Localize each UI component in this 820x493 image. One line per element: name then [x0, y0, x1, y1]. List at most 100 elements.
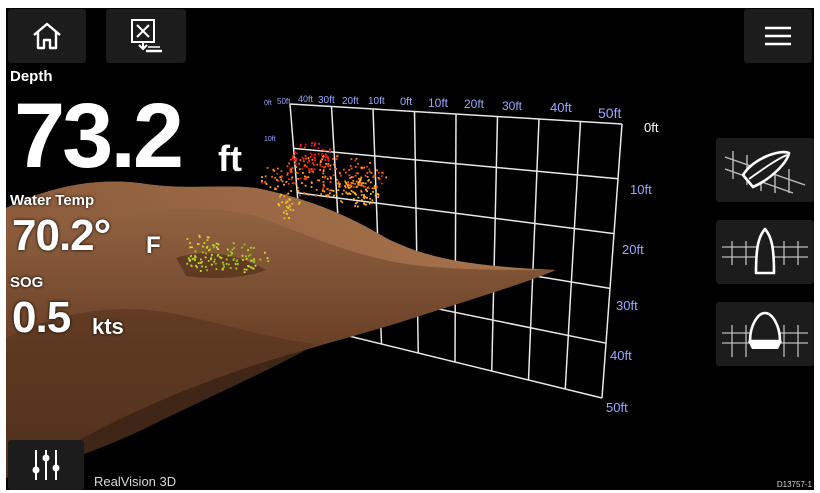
sonar-return-point — [336, 178, 339, 181]
sonar-return-point — [368, 168, 371, 171]
sonar-return-point — [288, 183, 290, 185]
sonar-return-point — [324, 154, 326, 157]
sonar-return-point — [366, 165, 368, 168]
sonar-return-point — [272, 168, 275, 171]
sonar-return-point — [307, 176, 310, 178]
sonar-return-point — [283, 217, 286, 220]
sonar-return-point — [275, 178, 278, 181]
sonar-return-point — [199, 270, 202, 272]
sonar-return-point — [374, 194, 377, 197]
sonar-return-point — [290, 190, 292, 192]
sonar-return-point — [374, 187, 377, 189]
sonar-return-point — [265, 183, 268, 185]
sonar-return-point — [327, 194, 330, 197]
grid-top-label: 10ft — [428, 96, 449, 110]
sonar-return-point — [364, 182, 367, 185]
sonar-return-point — [335, 193, 338, 196]
sonar-return-point — [369, 198, 371, 200]
sonar-3d-view[interactable]: 50ft 40ft 30ft 20ft 10ft 0ft 10ft 20ft 30ft 40ft 5… — [6, 8, 814, 490]
sonar-return-point — [355, 180, 358, 183]
depth-unit: ft — [218, 138, 242, 179]
sonar-return-point — [325, 194, 328, 197]
sonar-return-point — [337, 181, 340, 184]
sonar-return-point — [213, 246, 215, 249]
sonar-return-point — [385, 176, 388, 179]
waypoint-button[interactable] — [106, 9, 186, 63]
sog-unit: kts — [92, 314, 124, 339]
sonar-return-point — [213, 260, 215, 263]
sonar-return-point — [216, 246, 218, 249]
sonar-return-point — [336, 154, 339, 157]
sonar-return-point — [274, 187, 277, 190]
sonar-return-point — [357, 205, 359, 208]
sonar-return-point — [211, 253, 213, 256]
sonar-return-point — [352, 179, 355, 182]
settings-button[interactable] — [8, 440, 84, 490]
sonar-return-point — [377, 193, 380, 196]
sonar-return-point — [352, 176, 355, 178]
sonar-return-point — [314, 157, 316, 159]
sonar-return-point — [225, 258, 228, 261]
rear-view-button[interactable] — [716, 302, 814, 366]
sonar-return-point — [341, 201, 344, 204]
sonar-return-point — [206, 236, 209, 239]
sonar-return-point — [360, 176, 363, 179]
sonar-return-point — [311, 153, 313, 156]
sonar-return-point — [190, 264, 193, 267]
sonar-return-point — [321, 152, 323, 155]
sonar-return-point — [291, 167, 294, 170]
sonar-return-point — [322, 181, 325, 183]
sonar-return-point — [302, 171, 304, 174]
waypoint-icon — [131, 19, 162, 53]
sonar-return-point — [375, 191, 378, 193]
sonar-return-point — [329, 168, 331, 171]
sonar-return-point — [289, 198, 291, 201]
sonar-return-point — [229, 250, 232, 253]
sonar-return-point — [301, 168, 303, 170]
isometric-view-button[interactable] — [716, 138, 814, 202]
sonar-return-point — [363, 194, 365, 196]
sonar-return-point — [214, 258, 216, 261]
sonar-return-point — [319, 169, 321, 171]
sonar-return-point — [292, 209, 295, 212]
menu-button[interactable] — [744, 9, 812, 63]
sonar-return-point — [326, 177, 329, 180]
sonar-return-point — [215, 268, 218, 270]
sonar-return-point — [298, 203, 300, 205]
water-temp-unit: F — [146, 232, 161, 259]
sonar-return-point — [222, 264, 225, 266]
sonar-return-point — [338, 185, 340, 188]
sonar-return-point — [202, 245, 204, 248]
sonar-return-point — [204, 256, 207, 259]
sonar-return-point — [303, 165, 306, 168]
sonar-return-point — [197, 243, 200, 245]
sonar-return-point — [304, 155, 307, 157]
sonar-return-point — [245, 255, 247, 258]
sonar-return-point — [341, 193, 344, 195]
sonar-return-point — [330, 189, 333, 192]
sonar-return-point — [241, 246, 243, 249]
sonar-return-point — [354, 205, 356, 207]
sonar-return-point — [326, 188, 329, 190]
sonar-return-point — [303, 192, 306, 194]
sonar-return-point — [189, 259, 191, 262]
sonar-return-point — [329, 192, 331, 195]
sonar-return-point — [191, 258, 194, 260]
sonar-return-point — [317, 147, 320, 149]
grid-right-label: 0ft — [644, 120, 659, 135]
sonar-return-point — [269, 186, 272, 189]
home-button[interactable] — [8, 9, 86, 63]
sonar-return-point — [197, 262, 200, 264]
sonar-return-point — [298, 162, 300, 165]
sonar-return-point — [309, 155, 312, 158]
sonar-return-point — [248, 265, 250, 268]
sonar-return-point — [247, 249, 249, 252]
sonar-return-point — [286, 200, 289, 203]
sonar-return-point — [345, 181, 347, 184]
grid-top-label: 10ft — [368, 96, 385, 107]
sonar-return-point — [285, 193, 288, 196]
sonar-return-point — [360, 194, 363, 196]
front-view-button[interactable] — [716, 220, 814, 284]
sonar-return-point — [280, 170, 283, 173]
sonar-return-point — [294, 158, 296, 160]
